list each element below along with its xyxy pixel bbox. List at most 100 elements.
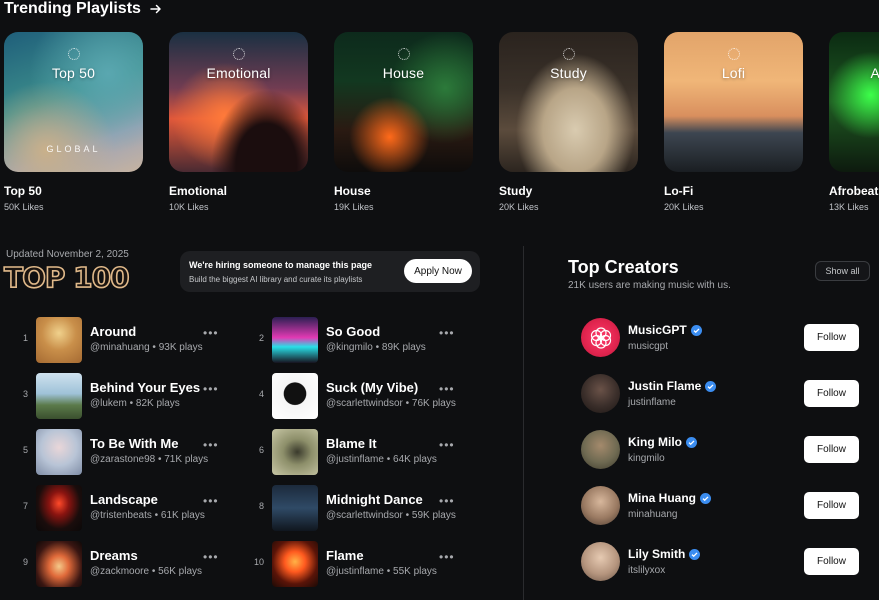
- track-meta: @zarastone98 • 71K plays: [90, 454, 209, 465]
- creator-row[interactable]: Mina Huang minahuang Follow: [581, 486, 861, 526]
- playlist-cover-label: Emotional: [206, 65, 271, 81]
- more-options-icon[interactable]: •••: [203, 550, 219, 564]
- track-row[interactable]: 7 Landscape @tristenbeats • 61K plays ••…: [16, 485, 246, 531]
- more-options-icon[interactable]: •••: [203, 326, 219, 340]
- more-options-icon[interactable]: •••: [203, 438, 219, 452]
- more-options-icon[interactable]: •••: [203, 494, 219, 508]
- apply-now-button[interactable]: Apply Now: [404, 259, 472, 283]
- creator-name-text: Justin Flame: [628, 379, 702, 393]
- verified-badge-icon: [686, 436, 697, 448]
- track-title: Midnight Dance: [326, 492, 423, 507]
- playlist-likes: 10K Likes: [169, 202, 209, 212]
- more-options-icon[interactable]: •••: [439, 326, 455, 340]
- follow-button[interactable]: Follow: [804, 492, 859, 519]
- logo-ring-icon: [397, 48, 410, 60]
- trending-title: Trending Playlists: [4, 0, 141, 17]
- follow-button[interactable]: Follow: [804, 324, 859, 351]
- track-row[interactable]: 10 Flame @justinflame • 55K plays •••: [252, 541, 482, 587]
- more-options-icon[interactable]: •••: [439, 494, 455, 508]
- follow-button[interactable]: Follow: [804, 548, 859, 575]
- more-options-icon[interactable]: •••: [203, 382, 219, 396]
- track-rank: 4: [258, 389, 264, 399]
- track-thumbnail: [36, 541, 82, 587]
- track-row[interactable]: 6 Blame It @justinflame • 64K plays •••: [252, 429, 482, 475]
- playlist-name: Emotional: [169, 184, 228, 198]
- track-title: Behind Your Eyes: [90, 380, 201, 395]
- playlist-cover-label: Lofi: [721, 65, 746, 81]
- logo-ring-icon: [67, 48, 80, 60]
- track-thumbnail: [272, 373, 318, 419]
- track-meta: @scarlettwindsor • 76K plays: [326, 398, 456, 409]
- track-row[interactable]: 1 Around @minahuang • 93K plays •••: [16, 317, 246, 363]
- playlist-likes: 19K Likes: [334, 202, 374, 212]
- logo-ring-icon: [562, 48, 575, 60]
- creator-row[interactable]: Justin Flame justinflame Follow: [581, 374, 861, 414]
- playlist-cover-sub: GLOBAL: [46, 144, 101, 154]
- musicgpt-logo-icon: [590, 326, 611, 349]
- follow-button[interactable]: Follow: [804, 436, 859, 463]
- playlist-card-lofi[interactable]: Lofi Lo-Fi 20K Likes: [664, 32, 803, 212]
- creator-name: Justin Flame: [628, 379, 717, 393]
- playlist-card-afrobeat[interactable]: A Afrobeat 13K Likes: [829, 32, 879, 212]
- playlist-name: Lo-Fi: [664, 184, 694, 198]
- track-row[interactable]: 5 To Be With Me @zarastone98 • 71K plays…: [16, 429, 246, 475]
- more-options-icon[interactable]: •••: [439, 438, 455, 452]
- track-row[interactable]: 8 Midnight Dance @scarlettwindsor • 59K …: [252, 485, 482, 531]
- playlist-card-house[interactable]: House House 19K Likes: [334, 32, 473, 212]
- creator-row[interactable]: Lily Smith itslilyxox Follow: [581, 542, 861, 582]
- trending-header[interactable]: Trending Playlists: [4, 0, 163, 18]
- show-all-button[interactable]: Show all: [815, 261, 870, 281]
- playlist-cover: Emotional: [169, 32, 308, 172]
- track-meta: @scarlettwindsor • 59K plays: [326, 510, 456, 521]
- top-creators-subtitle: 21K users are making music with us.: [568, 280, 731, 291]
- track-thumbnail: [36, 485, 82, 531]
- track-thumbnail: [272, 541, 318, 587]
- avatar: [581, 542, 620, 581]
- track-meta: @minahuang • 93K plays: [90, 342, 203, 353]
- track-title: To Be With Me: [90, 436, 179, 451]
- track-row[interactable]: 9 Dreams @zackmoore • 56K plays •••: [16, 541, 246, 587]
- track-title: Flame: [326, 548, 364, 563]
- creator-name: Lily Smith: [628, 547, 701, 561]
- track-row[interactable]: 4 Suck (My Vibe) @scarlettwindsor • 76K …: [252, 373, 482, 419]
- follow-button[interactable]: Follow: [804, 380, 859, 407]
- track-title: Dreams: [90, 548, 138, 563]
- more-options-icon[interactable]: •••: [439, 382, 455, 396]
- track-rank: 10: [253, 557, 264, 567]
- logo-ring-icon: [727, 48, 740, 60]
- playlist-name: House: [334, 184, 371, 198]
- creator-row[interactable]: King Milo kingmilo Follow: [581, 430, 861, 470]
- verified-badge-icon: [690, 324, 702, 336]
- hiring-banner: We're hiring someone to manage this page…: [180, 251, 480, 292]
- track-thumbnail: [36, 373, 82, 419]
- avatar: [581, 486, 620, 525]
- track-thumbnail: [36, 317, 82, 363]
- track-row[interactable]: 2 So Good @kingmilo • 89K plays •••: [252, 317, 482, 363]
- playlist-cover: Study: [499, 32, 638, 172]
- creator-handle: kingmilo: [628, 453, 665, 464]
- playlist-cover-label: Top 50: [51, 65, 96, 81]
- track-row[interactable]: 3 Behind Your Eyes @lukem • 82K plays ••…: [16, 373, 246, 419]
- arrow-right-icon[interactable]: [149, 2, 163, 16]
- playlist-cover: House: [334, 32, 473, 172]
- hiring-subtitle: Build the biggest AI library and curate …: [189, 275, 363, 284]
- track-meta: @kingmilo • 89K plays: [326, 342, 426, 353]
- track-meta: @justinflame • 55K plays: [326, 566, 437, 577]
- creator-name-text: MusicGPT: [628, 323, 687, 337]
- top-creators-title: Top Creators: [568, 257, 679, 277]
- track-meta: @justinflame • 64K plays: [326, 454, 437, 465]
- track-thumbnail: [272, 485, 318, 531]
- track-thumbnail: [36, 429, 82, 475]
- playlist-card-emotional[interactable]: Emotional Emotional 10K Likes: [169, 32, 308, 212]
- top-100-title: TOP 100: [3, 260, 130, 295]
- creator-row[interactable]: MusicGPT musicgpt Follow: [581, 318, 861, 358]
- playlist-card-top-50[interactable]: Top 50 GLOBAL Top 50 50K Likes: [4, 32, 143, 212]
- track-rank: 5: [22, 445, 28, 455]
- playlist-name: Afrobeat: [829, 184, 879, 198]
- more-options-icon[interactable]: •••: [439, 550, 455, 564]
- playlist-cover-label: Study: [550, 65, 587, 81]
- playlist-likes: 20K Likes: [664, 202, 704, 212]
- creator-name-text: Lily Smith: [628, 547, 686, 561]
- playlist-card-study[interactable]: Study Study 20K Likes: [499, 32, 638, 212]
- playlist-cover: Top 50 GLOBAL: [4, 32, 143, 172]
